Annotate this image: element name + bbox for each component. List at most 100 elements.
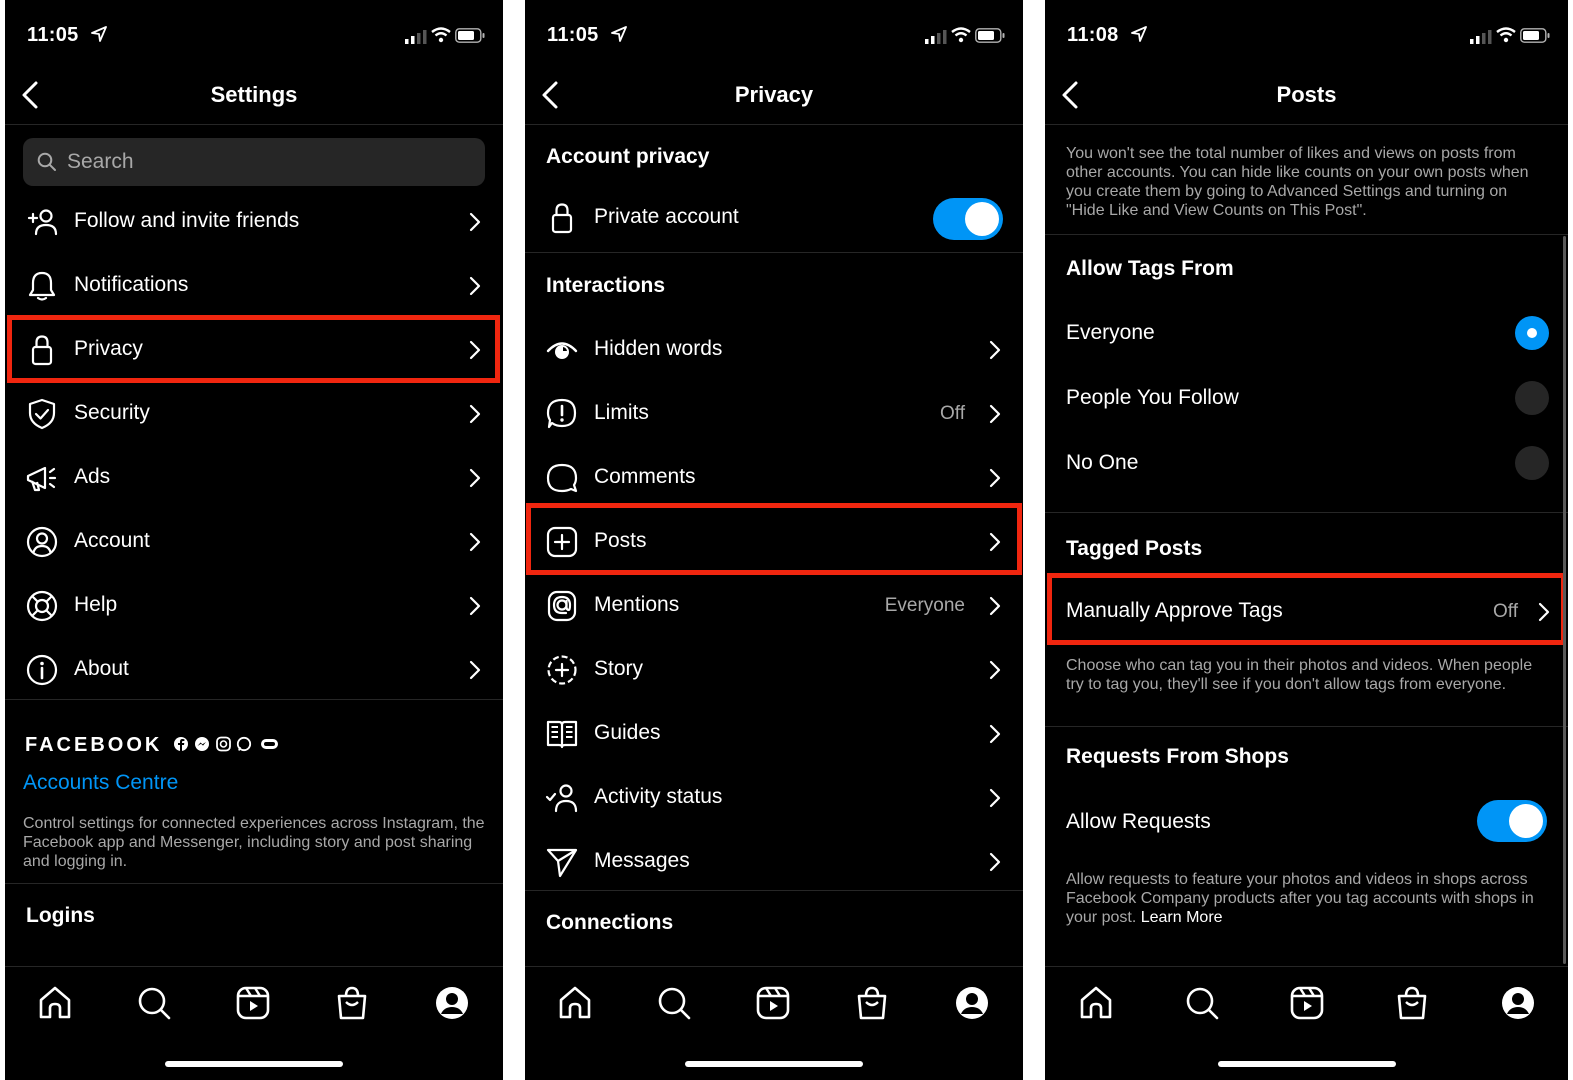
tag-option-label: No One — [1066, 451, 1139, 474]
settings-item-label: Ads — [74, 465, 111, 488]
guides-book-icon — [546, 720, 578, 749]
private-account-toggle[interactable] — [933, 198, 1003, 240]
divider — [1045, 512, 1568, 513]
facebook-family-icons — [174, 736, 278, 752]
privacy-item-comments[interactable]: Comments — [525, 446, 1023, 510]
home-icon[interactable] — [555, 983, 595, 1023]
privacy-item-hidden-words[interactable]: Hidden words — [525, 318, 1023, 382]
home-icon[interactable] — [35, 983, 75, 1023]
chevron-right-icon — [469, 468, 481, 488]
privacy-item-limits[interactable]: Limits Off — [525, 382, 1023, 446]
accounts-centre-description: Control settings for connected experienc… — [23, 815, 485, 870]
posts-intro-text: You won't see the total number of likes … — [1066, 145, 1529, 219]
shop-icon[interactable] — [852, 983, 892, 1023]
privacy-item-activity-status[interactable]: Activity status — [525, 766, 1023, 830]
settings-item-security[interactable]: Security — [5, 382, 503, 446]
settings-item-label: About — [74, 657, 129, 680]
radio-people-you-follow[interactable] — [1515, 381, 1549, 415]
scrollbar[interactable] — [1563, 236, 1566, 964]
tagged-posts-description: Choose who can tag you in their photos a… — [1066, 657, 1533, 693]
tag-option-label: Everyone — [1066, 321, 1155, 344]
search-placeholder: Search — [67, 150, 134, 173]
home-indicator — [1217, 1061, 1396, 1067]
at-sign-icon — [547, 590, 577, 622]
reels-icon[interactable] — [1287, 983, 1327, 1023]
page-title: Privacy — [734, 82, 814, 107]
radio-everyone-selected[interactable] — [1515, 316, 1549, 350]
bell-icon — [28, 271, 56, 301]
reels-icon[interactable] — [753, 983, 793, 1023]
divider — [1045, 234, 1568, 235]
status-time: 11:05 — [27, 24, 79, 46]
privacy-item-value: Off — [940, 403, 965, 424]
profile-icon[interactable] — [432, 983, 472, 1023]
settings-item-help[interactable]: Help — [5, 574, 503, 638]
status-bar: 11:05 — [547, 22, 1005, 52]
chevron-right-icon — [989, 724, 1001, 744]
shop-icon[interactable] — [1392, 983, 1432, 1023]
requests-description: Allow requests to feature your photos an… — [1066, 870, 1546, 927]
divider — [1045, 726, 1568, 727]
privacy-item-label: Messages — [594, 849, 690, 872]
search-icon[interactable] — [654, 983, 694, 1023]
learn-more-link[interactable]: Learn More — [1141, 909, 1223, 926]
privacy-item-mentions[interactable]: Mentions Everyone — [525, 574, 1023, 638]
privacy-navbar: Privacy — [525, 70, 1023, 125]
privacy-item-label: Guides — [594, 721, 661, 744]
settings-item-label: Follow and invite friends — [74, 209, 300, 232]
divider — [525, 890, 1023, 891]
activity-person-icon — [545, 784, 578, 813]
settings-item-notifications[interactable]: Notifications — [5, 254, 503, 318]
search-icon[interactable] — [134, 983, 174, 1023]
highlight-box — [7, 315, 500, 383]
battery-icon — [455, 28, 485, 43]
allow-requests-toggle[interactable] — [1477, 800, 1547, 842]
profile-icon[interactable] — [952, 983, 992, 1023]
settings-item-account[interactable]: Account — [5, 510, 503, 574]
privacy-item-guides[interactable]: Guides — [525, 702, 1023, 766]
allow-requests-label: Allow Requests — [1066, 810, 1211, 833]
wifi-icon — [1496, 27, 1516, 43]
settings-item-follow-invite[interactable]: Follow and invite friends — [5, 190, 503, 254]
lock-icon — [551, 203, 573, 234]
location-arrow-icon — [91, 26, 107, 42]
paper-plane-icon — [546, 848, 578, 878]
tag-option-people-you-follow[interactable]: People You Follow — [1045, 367, 1568, 431]
settings-item-about[interactable]: About — [5, 638, 503, 702]
privacy-item-messages[interactable]: Messages — [525, 830, 1023, 894]
home-icon[interactable] — [1076, 983, 1116, 1023]
reels-icon[interactable] — [233, 983, 273, 1023]
tab-bar — [1045, 966, 1568, 1080]
privacy-item-story[interactable]: Story — [525, 638, 1023, 702]
story-plus-icon — [547, 655, 577, 685]
tag-option-label: People You Follow — [1066, 386, 1239, 409]
wifi-icon — [431, 27, 451, 43]
account-circle-icon — [26, 526, 58, 558]
chevron-right-icon — [469, 212, 481, 232]
highlight-box — [1047, 573, 1566, 645]
facebook-wordmark: FACEBOOK — [25, 734, 163, 756]
tag-option-everyone[interactable]: Everyone — [1045, 302, 1568, 366]
profile-icon[interactable] — [1498, 983, 1538, 1023]
settings-item-ads[interactable]: Ads — [5, 446, 503, 510]
interactions-heading: Interactions — [546, 274, 666, 297]
search-input[interactable]: Search — [23, 138, 485, 186]
radio-no-one[interactable] — [1515, 446, 1549, 480]
status-bar: 11:08 — [1067, 22, 1550, 52]
tag-option-no-one[interactable]: No One — [1045, 432, 1568, 496]
privacy-item-label: Story — [594, 657, 644, 680]
chevron-right-icon — [989, 788, 1001, 808]
chevron-right-icon — [989, 404, 1001, 424]
privacy-item-label: Activity status — [594, 785, 723, 808]
lifebuoy-icon — [26, 590, 58, 622]
posts-navbar: Posts — [1045, 70, 1568, 125]
tagged-posts-heading: Tagged Posts — [1066, 537, 1203, 560]
search-icon[interactable] — [1182, 983, 1222, 1023]
privacy-item-label: Hidden words — [594, 337, 723, 360]
chevron-right-icon — [989, 660, 1001, 680]
shop-icon[interactable] — [332, 983, 372, 1023]
accounts-centre-link[interactable]: Accounts Centre — [23, 771, 178, 795]
highlight-box — [526, 503, 1022, 575]
shield-icon — [28, 398, 56, 430]
settings-item-label: Help — [74, 593, 118, 616]
